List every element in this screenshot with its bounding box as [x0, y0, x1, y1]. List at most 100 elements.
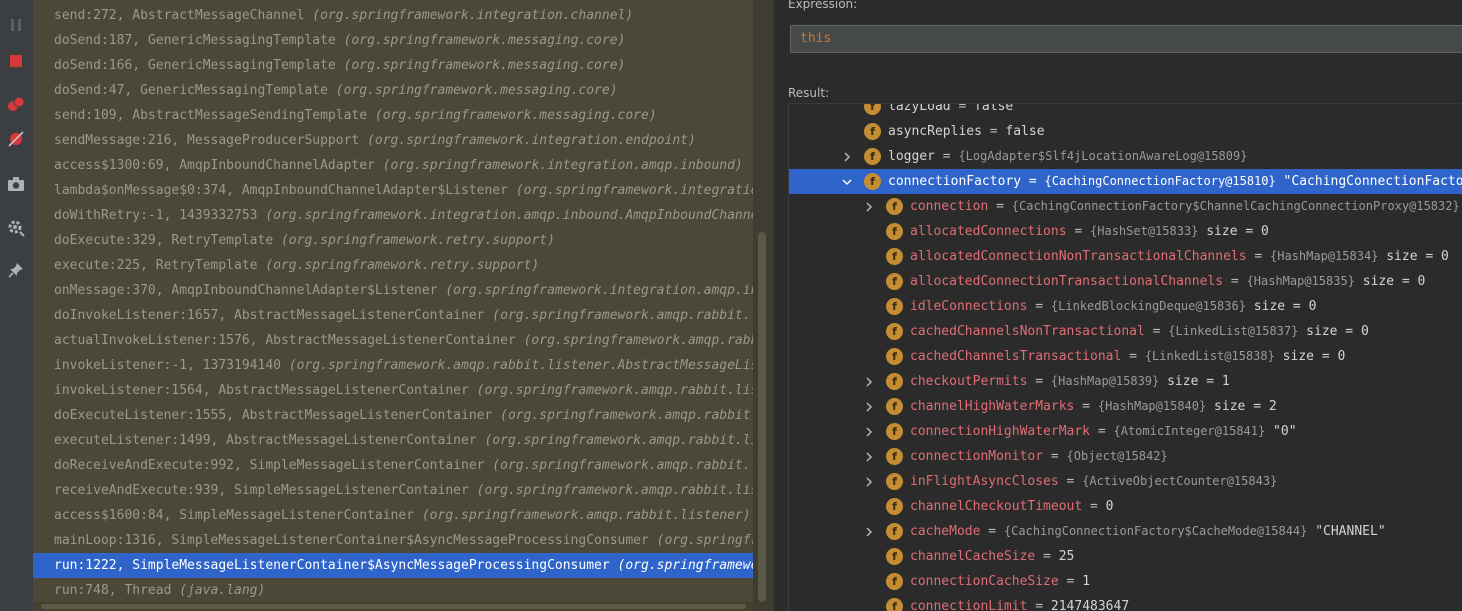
pin-icon[interactable] [5, 259, 27, 281]
chevron-right-icon[interactable] [862, 444, 876, 469]
stack-frame-row[interactable]: send:109, AbstractMessageSendingTemplate… [33, 103, 753, 128]
frames-horizontal-scrollbar[interactable] [33, 602, 753, 611]
stack-frame-row[interactable]: doSend:187, GenericMessagingTemplate (or… [33, 28, 753, 53]
stack-frame-row[interactable]: doExecuteListener:1555, AbstractMessageL… [33, 403, 753, 428]
stack-frame-row[interactable]: mainLoop:1316, SimpleMessageListenerCont… [33, 528, 753, 553]
tree-node[interactable]: f connectionFactory = {CachingConnectionF… [789, 169, 1462, 194]
scrollbar-thumb[interactable] [758, 232, 766, 602]
chevron-right-icon[interactable] [862, 519, 876, 544]
stack-frame-row[interactable]: execute:225, RetryTemplate (org.springfr… [33, 253, 753, 278]
equals-sign: = [1043, 449, 1067, 464]
stack-frame-row[interactable]: doSend:47, GenericMessagingTemplate (org… [33, 78, 753, 103]
stack-frame-row[interactable]: doReceiveAndExecute:992, SimpleMessageLi… [33, 453, 753, 478]
pause-icon[interactable] [5, 14, 27, 36]
settings-icon[interactable] [5, 217, 27, 239]
object-ref: {AtomicInteger@15841} [1113, 424, 1266, 438]
view-breakpoints-icon[interactable] [5, 93, 27, 115]
field-name: channelCacheSize [910, 549, 1036, 564]
frame-method: onMessage:370, AmqpInboundChannelAdapter… [54, 283, 438, 298]
stack-frame-row[interactable]: access$1300:69, AmqpInboundChannelAdapte… [33, 153, 753, 178]
frame-package: (org.springframework.messaging.core) [374, 108, 657, 123]
tree-node[interactable]: f cachedChannelsTransactional = {LinkedLi… [789, 344, 1462, 369]
frame-package: (org.springframework.amqp.ra [617, 558, 753, 573]
chevron-right-icon[interactable] [862, 369, 876, 394]
frames-vertical-scrollbar[interactable] [753, 0, 773, 611]
equals-sign: = [1027, 599, 1051, 611]
tree-node[interactable]: f connectionLimit = 2147483647 [789, 594, 1462, 611]
stack-frame-row[interactable]: doExecute:329, RetryTemplate (org.spring… [33, 228, 753, 253]
chevron-right-icon[interactable] [862, 419, 876, 444]
field-icon: f [886, 423, 903, 440]
field-name: allocatedConnectionTransactionalChannels [910, 274, 1224, 289]
expression-input[interactable]: this [790, 25, 1462, 53]
tree-node[interactable]: f allocatedConnectionTransactionalChannel… [789, 269, 1462, 294]
field-name: connectionLimit [910, 599, 1028, 611]
chevron-down-icon[interactable] [840, 169, 854, 194]
stack-frame-row[interactable]: run:1222, SimpleMessageListenerContainer… [33, 553, 753, 578]
chevron-right-icon[interactable] [862, 394, 876, 419]
field-name: channelHighWaterMarks [910, 399, 1075, 414]
equals-sign: = [988, 199, 1012, 214]
stop-icon[interactable] [5, 50, 27, 72]
frame-method: doSend:47, GenericMessagingTemplate [54, 83, 328, 98]
tree-node[interactable]: f inFlightAsyncCloses = {ActiveObjectCoun… [789, 469, 1462, 494]
field-icon: f [886, 473, 903, 490]
stack-frame-row[interactable]: executeListener:1499, AbstractMessageLis… [33, 428, 753, 453]
tree-node[interactable]: f channelCheckoutTimeout = 0 [789, 494, 1462, 519]
stack-frame-row[interactable]: sendMessage:216, MessageProducerSupport … [33, 128, 753, 153]
stack-frame-row[interactable]: doSend:166, GenericMessagingTemplate (or… [33, 53, 753, 78]
tree-node[interactable]: f checkoutPermits = {HashMap@15839} size … [789, 369, 1462, 394]
equals-sign: = [1066, 224, 1091, 239]
frame-package: (org.springframework.integration.channel… [312, 8, 634, 23]
chevron-right-icon[interactable] [862, 194, 876, 219]
tree-node-text: channelHighWaterMarks = {HashMap@15840} … [910, 394, 1277, 419]
chevron-right-icon[interactable] [862, 469, 876, 494]
field-value: size = 1 [1159, 374, 1230, 389]
stack-frame-row[interactable]: actualInvokeListener:1576, AbstractMessa… [33, 328, 753, 353]
stack-frame-row[interactable]: invokeListener:-1, 1373194140 (org.sprin… [33, 353, 753, 378]
tree-node[interactable]: f allocatedConnectionNonTransactionalChan… [789, 244, 1462, 269]
tree-node[interactable]: f logger = {LogAdapter$Slf4jLocationAware… [789, 144, 1462, 169]
tree-node[interactable]: f connectionMonitor = {Object@15842} [789, 444, 1462, 469]
field-icon: f [886, 273, 903, 290]
tree-node[interactable]: f asyncReplies = false [789, 119, 1462, 144]
stack-frame-row[interactable]: lambda$onMessage$0:374, AmqpInboundChann… [33, 178, 753, 203]
camera-icon[interactable] [5, 173, 27, 195]
stack-frame-row[interactable]: send:272, AbstractMessageChannel (org.sp… [33, 3, 753, 28]
stack-frame-row[interactable]: run:748, Thread (java.lang) [33, 578, 753, 603]
equals-sign: = [1074, 399, 1098, 414]
result-tree: f lazyLoad = false f asyncReplies = false f l… [788, 103, 1462, 611]
expression-text[interactable]: this [800, 31, 831, 46]
tree-node[interactable]: f lazyLoad = false [789, 104, 1462, 119]
object-ref: {HashMap@15840} [1097, 399, 1207, 413]
frame-package: (org.springframework.amqp.rabbit.listene… [476, 483, 753, 498]
tree-node[interactable]: f channelHighWaterMarks = {HashMap@15840}… [789, 394, 1462, 419]
tree-node[interactable]: f cachedChannelsNonTransactional = {Linke… [789, 319, 1462, 344]
frame-method: send:109, AbstractMessageSendingTemplate [54, 108, 368, 123]
field-icon: f [886, 373, 903, 390]
tree-node[interactable]: f allocatedConnections = {HashSet@15833} … [789, 219, 1462, 244]
stack-frame-row[interactable]: invokeListener:1564, AbstractMessageList… [33, 378, 753, 403]
field-name: connectionFactory [888, 174, 1022, 189]
tree-node[interactable]: f idleConnections = {LinkedBlockingDeque@… [789, 294, 1462, 319]
chevron-right-icon[interactable] [840, 144, 854, 169]
stack-frame-row[interactable]: receiveAndExecute:939, SimpleMessageList… [33, 478, 753, 503]
tree-node[interactable]: f connectionCacheSize = 1 [789, 569, 1462, 594]
field-value: 0 [1105, 499, 1114, 514]
tree-node[interactable]: f cacheMode = {CachingConnectionFactory$C… [789, 519, 1462, 544]
field-value: 1 [1082, 574, 1091, 589]
scrollbar-thumb[interactable] [41, 604, 746, 609]
tree-node[interactable]: f channelCacheSize = 25 [789, 544, 1462, 569]
stack-frame-row[interactable]: doWithRetry:-1, 1439332753 (org.springfr… [33, 203, 753, 228]
object-ref: {CachingConnectionFactory$CacheMode@1584… [1003, 524, 1308, 538]
tree-node[interactable]: f connectionHighWaterMark = {AtomicIntege… [789, 419, 1462, 444]
field-icon: f [886, 348, 903, 365]
mute-breakpoints-icon[interactable] [5, 128, 27, 150]
tree-node[interactable]: f connection = {CachingConnectionFactory$… [789, 194, 1462, 219]
field-value: size = 2 [1206, 399, 1277, 414]
field-value: "CachingConnectionFactory [ch [1283, 174, 1462, 189]
field-value: size = 0 [1298, 324, 1369, 339]
stack-frame-row[interactable]: onMessage:370, AmqpInboundChannelAdapter… [33, 278, 753, 303]
stack-frame-row[interactable]: access$1600:84, SimpleMessageListenerCon… [33, 503, 753, 528]
stack-frame-row[interactable]: doInvokeListener:1657, AbstractMessageLi… [33, 303, 753, 328]
